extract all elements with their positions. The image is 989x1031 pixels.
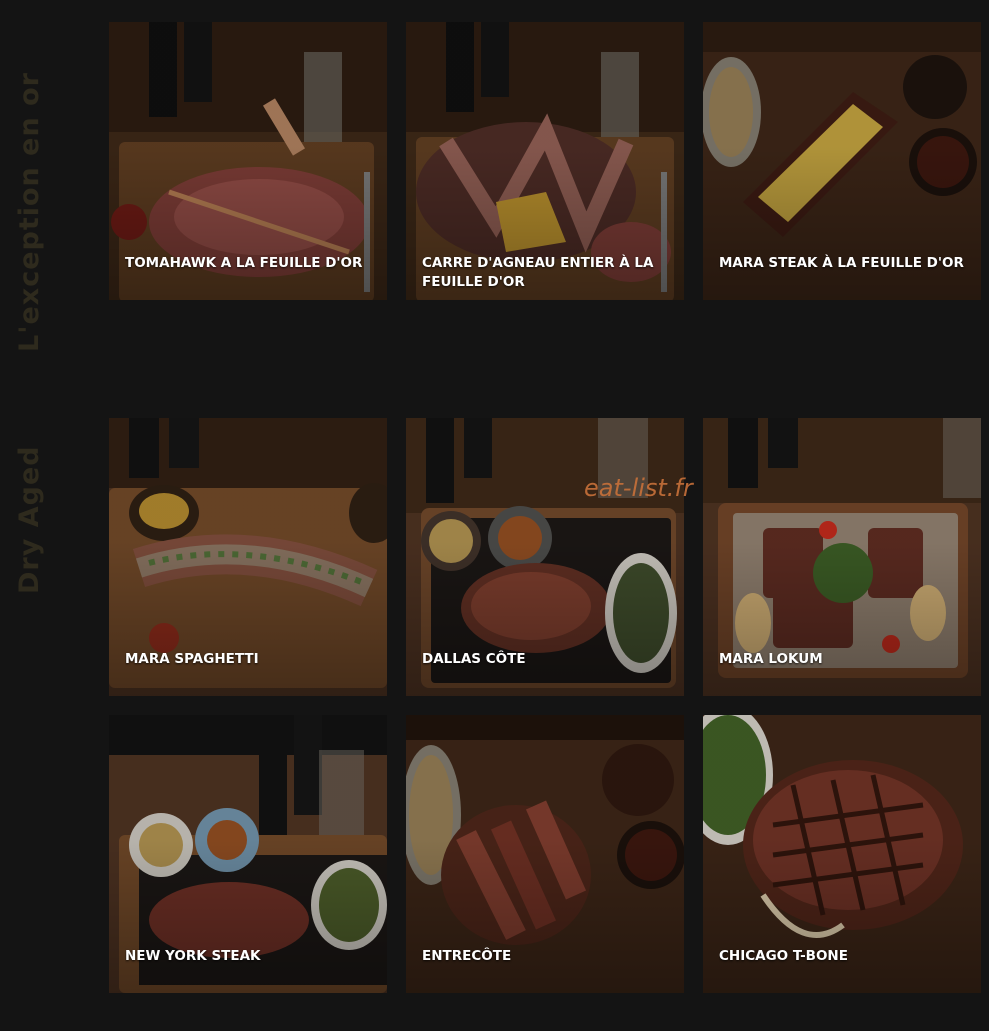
card-title: MARA LOKUM xyxy=(719,651,823,667)
card-title: MARA STEAK À LA FEUILLE D'OR xyxy=(719,255,964,271)
card-title: DALLAS CÔTE xyxy=(422,651,526,667)
section-label-gold: L'exception en or xyxy=(14,72,45,352)
card-title: NEW YORK STEAK xyxy=(125,948,261,964)
card-title: TOMAHAWK A LA FEUILLE D'OR xyxy=(125,255,363,271)
menu-card-mara-steak[interactable]: MARA STEAK À LA FEUILLE D'OR xyxy=(703,22,981,300)
menu-card-dallas-cote[interactable]: DALLAS CÔTE xyxy=(406,418,684,696)
menu-card-mara-lokum[interactable]: MARA LOKUM xyxy=(703,418,981,696)
menu-card-entrecote[interactable]: ENTRECÔTE xyxy=(406,715,684,993)
card-title: CHICAGO T-BONE xyxy=(719,948,848,964)
menu-card-new-york-steak[interactable]: NEW YORK STEAK xyxy=(109,715,387,993)
menu-card-chicago-t-bone[interactable]: CHICAGO T-BONE xyxy=(703,715,981,993)
watermark-text: eat-list.fr xyxy=(584,474,693,502)
menu-card-tomahawk[interactable]: TOMAHAWK A LA FEUILLE D'OR xyxy=(109,22,387,300)
card-title: ENTRECÔTE xyxy=(422,948,512,964)
menu-card-carre-agneau[interactable]: CARRE D'AGNEAU ENTIER À LA FEUILLE D'OR xyxy=(406,22,684,300)
card-title: MARA SPAGHETTI xyxy=(125,651,259,667)
card-title: CARRE D'AGNEAU ENTIER À LA FEUILLE D'OR xyxy=(422,255,654,290)
menu-card-mara-spaghetti[interactable]: MARA SPAGHETTI xyxy=(109,418,387,696)
section-label-dry-aged: Dry Aged xyxy=(14,445,45,594)
